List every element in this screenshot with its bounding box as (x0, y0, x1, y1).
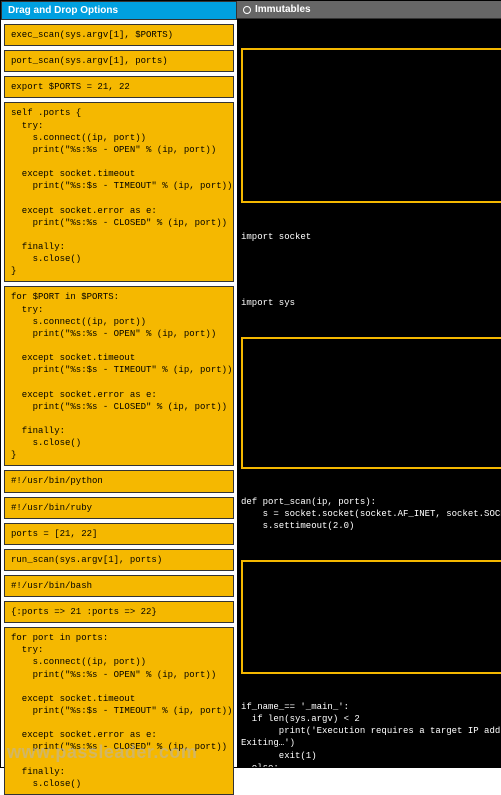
options-column: Drag and Drop Options exec_scan(sys.argv… (1, 1, 237, 767)
option-block[interactable]: self .ports { try: s.connect((ip, port))… (4, 102, 234, 282)
option-block[interactable]: exec_scan(sys.argv[1], $PORTS) (4, 24, 234, 46)
option-block[interactable]: #!/usr/bin/bash (4, 575, 234, 597)
circle-icon (243, 6, 251, 14)
option-block[interactable]: #!/usr/bin/ruby (4, 497, 234, 519)
immutables-column: Immutables import socket import sys def … (237, 1, 501, 767)
option-block[interactable]: port_scan(sys.argv[1], ports) (4, 50, 234, 72)
option-block[interactable]: #!/usr/bin/python (4, 470, 234, 492)
option-block[interactable]: {:ports => 21 :ports => 22} (4, 601, 234, 623)
option-block[interactable]: ports = [21, 22] (4, 523, 234, 545)
option-block[interactable]: for $PORT in $PORTS: try: s.connect((ip,… (4, 286, 234, 466)
immutables-header: Immutables (237, 1, 501, 19)
immutables-header-label: Immutables (255, 4, 311, 15)
code-line: import sys (241, 296, 501, 310)
options-header: Drag and Drop Options (1, 1, 237, 20)
code-line: if_name_== '_main_': if len(sys.argv) < … (241, 700, 501, 767)
code-line: def port_scan(ip, ports): s = socket.soc… (241, 495, 501, 533)
drop-zone[interactable] (241, 337, 501, 469)
drop-zone[interactable] (241, 560, 501, 674)
code-target-area: import socket import sys def port_scan(i… (237, 19, 501, 767)
option-block[interactable]: export $PORTS = 21, 22 (4, 76, 234, 98)
option-block[interactable]: for port in ports: try: s.connect((ip, p… (4, 627, 234, 795)
code-line: import socket (241, 230, 501, 244)
option-block[interactable]: run_scan(sys.argv[1], ports) (4, 549, 234, 571)
drop-zone[interactable] (241, 48, 501, 203)
